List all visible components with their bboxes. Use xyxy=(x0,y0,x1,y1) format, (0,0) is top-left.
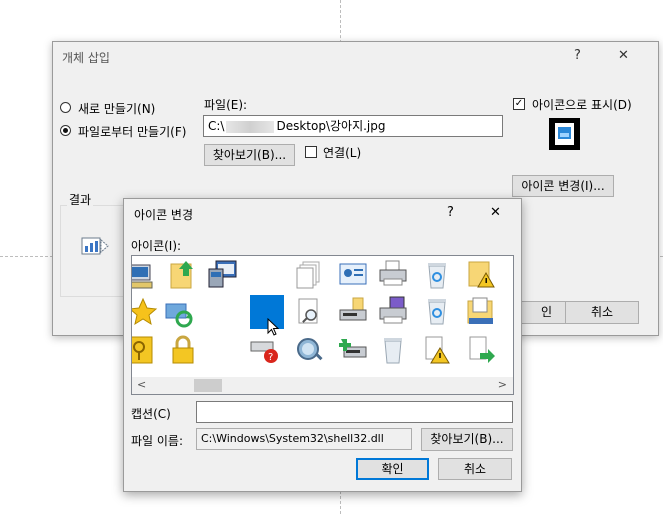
sync-icon[interactable] xyxy=(164,299,194,329)
add-printer-icon[interactable] xyxy=(338,335,368,365)
folder-warning-icon[interactable] xyxy=(466,259,496,289)
favorites-star-icon[interactable] xyxy=(132,297,158,327)
inner-ok-button[interactable]: 확인 xyxy=(356,458,429,480)
browse-button[interactable]: 찾아보기(B)... xyxy=(204,144,295,166)
scroll-thumb[interactable] xyxy=(194,379,222,392)
caption-label: 캡션(C) xyxy=(131,407,171,421)
help-button[interactable]: ? xyxy=(574,48,581,63)
printer-icon[interactable] xyxy=(378,259,408,289)
caption-input[interactable] xyxy=(196,401,513,423)
scroll-right-icon[interactable]: > xyxy=(498,378,507,391)
radio-create-new-label[interactable]: 새로 만들기(N) xyxy=(78,100,155,117)
search-document-icon[interactable] xyxy=(294,297,324,327)
icons-label: 아이콘(I): xyxy=(131,239,182,253)
file-label: 파일(E): xyxy=(204,98,248,112)
radio-create-new[interactable] xyxy=(60,102,71,113)
radio-create-from-file-label[interactable]: 파일로부터 만들기(F) xyxy=(78,123,186,140)
close-button[interactable]: ✕ xyxy=(618,48,629,63)
shared-printer-icon[interactable] xyxy=(338,297,368,327)
change-icon-button[interactable]: 아이콘 변경(I)... xyxy=(512,175,614,197)
search-globe-icon[interactable] xyxy=(294,335,324,365)
svg-text:?: ? xyxy=(268,352,273,363)
inner-close-button[interactable]: ✕ xyxy=(490,205,501,220)
inner-browse-button[interactable]: 찾아보기(B)... xyxy=(421,428,513,451)
redacted-region xyxy=(226,120,275,133)
outer-cancel-button[interactable]: 취소 xyxy=(565,301,639,324)
file-path-suffix: Desktop\강아지.jpg xyxy=(276,119,386,133)
check-mark-icon: ✓ xyxy=(514,98,524,109)
result-label: 결과 xyxy=(67,191,94,208)
radio-create-from-file[interactable] xyxy=(60,125,71,136)
link-label[interactable]: 연결(L) xyxy=(323,144,361,161)
link-checkbox[interactable] xyxy=(305,146,317,158)
file-path-prefix: C:\ xyxy=(208,119,225,133)
folder-up-icon[interactable] xyxy=(168,259,198,289)
document-warning-icon[interactable] xyxy=(422,335,452,365)
network-printer-icon[interactable] xyxy=(378,296,408,326)
mouse-cursor-icon xyxy=(267,317,280,336)
folder-document-icon[interactable] xyxy=(466,296,496,326)
recycle-bin-empty-icon[interactable] xyxy=(378,335,408,365)
icon-list[interactable]: ? < > xyxy=(131,255,514,395)
inner-help-button[interactable]: ? xyxy=(447,205,454,220)
change-icon-dialog-title: 아이콘 변경 xyxy=(134,208,194,222)
key-icon[interactable] xyxy=(132,335,158,365)
dialog-title: 개체 삽입 xyxy=(62,51,110,65)
document-stack-icon[interactable] xyxy=(294,260,324,290)
display-as-icon-label[interactable]: 아이콘으로 표시(D) xyxy=(532,96,632,113)
lock-icon[interactable] xyxy=(168,335,198,365)
change-icon-dialog: 아이콘 변경 ? ✕ 아이콘(I): ? < > 캡션(C) 파일 이름: C:… xyxy=(123,198,522,492)
recycle-bin-icon[interactable] xyxy=(422,260,452,290)
document-forward-icon[interactable] xyxy=(466,335,496,365)
system-window-icon[interactable] xyxy=(208,259,238,289)
drive-error-icon[interactable]: ? xyxy=(250,335,280,365)
filename-label: 파일 이름: xyxy=(131,434,184,448)
result-object-icon xyxy=(81,232,111,260)
control-panel-icon[interactable] xyxy=(338,261,368,291)
image-file-icon xyxy=(549,118,580,150)
recycle-bin-full-icon[interactable] xyxy=(422,296,452,326)
inner-cancel-button[interactable]: 취소 xyxy=(438,458,512,480)
scroll-left-icon[interactable]: < xyxy=(137,378,146,391)
filename-input[interactable]: C:\Windows\System32\shell32.dll xyxy=(196,428,412,450)
computer-icon[interactable] xyxy=(132,260,158,290)
icon-list-scrollbar[interactable]: < > xyxy=(132,377,513,394)
display-as-icon-checkbox[interactable]: ✓ xyxy=(513,98,525,110)
file-path-input[interactable]: C:\ Desktop\강아지.jpg xyxy=(203,115,503,137)
